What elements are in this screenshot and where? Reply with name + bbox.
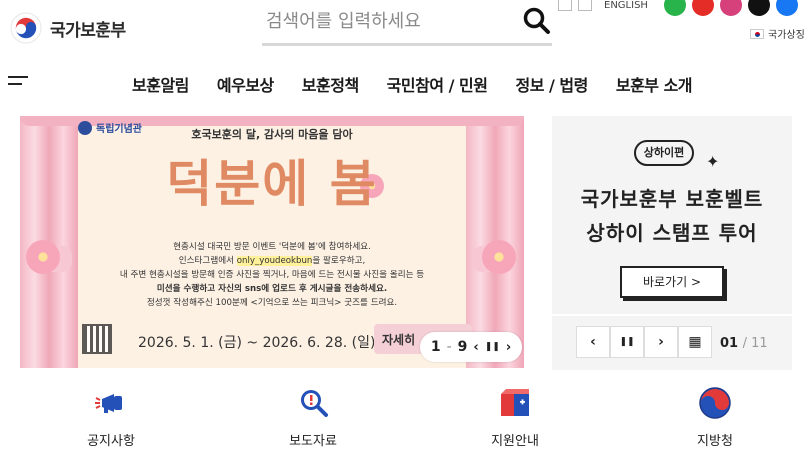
go-button[interactable]: 바로가기 > xyxy=(620,266,724,298)
nav-item-info-law[interactable]: 정보 / 법령 xyxy=(501,70,601,98)
side-title: 국가보훈부 보훈벨트 상하이 스탬프 투어 xyxy=(580,187,764,245)
search-icon[interactable] xyxy=(522,6,552,36)
pause-icon[interactable]: ❚❚ xyxy=(610,326,644,358)
logo-text: 국가보훈부 xyxy=(50,20,126,41)
banner-title: 덕분에 봄 xyxy=(166,154,378,213)
utility-box-icon[interactable] xyxy=(558,0,572,11)
next-icon[interactable]: › xyxy=(506,340,511,355)
magnifier-alert-icon xyxy=(301,390,328,417)
nav-item-about[interactable]: 보훈부 소개 xyxy=(602,70,706,98)
quick-link-label: 지원안내 xyxy=(491,434,539,449)
slide-total: 9 xyxy=(457,339,468,355)
taegeuk-logo-icon xyxy=(10,12,42,44)
facebook-icon[interactable] xyxy=(775,0,798,16)
sparkle-icon: ✦ xyxy=(706,152,720,171)
nav-item-participation[interactable]: 국민참여 / 민원 xyxy=(373,70,502,98)
nav-item-policy[interactable]: 보훈정책 xyxy=(288,70,373,98)
search-input[interactable] xyxy=(262,6,512,36)
quick-link-press[interactable]: 보도자료 xyxy=(258,386,368,449)
gov-symbol-label: 국가상징 xyxy=(768,30,805,41)
side-slide-control: ‹ ❚❚ › ▦ 01 / 11 xyxy=(552,316,792,370)
blog-icon[interactable] xyxy=(663,0,686,16)
korea-flag-icon xyxy=(750,28,764,39)
pause-icon[interactable]: ❚❚ xyxy=(485,342,500,352)
flower-icon xyxy=(26,240,60,274)
menu-toggle-icon[interactable] xyxy=(8,74,30,90)
qr-code xyxy=(82,324,112,354)
next-icon[interactable]: › xyxy=(644,326,678,358)
instagram-icon[interactable] xyxy=(719,0,742,16)
quick-link-regional[interactable]: 지방청 xyxy=(660,386,770,449)
nav-item-notice[interactable]: 보훈알림 xyxy=(118,70,203,98)
x-icon[interactable] xyxy=(747,0,770,16)
side-pager: 01 / 11 xyxy=(720,336,768,351)
flower-icon xyxy=(482,240,516,274)
quick-link-support[interactable]: 지원안내 xyxy=(460,386,570,449)
main-nav: 보훈알림 예우보상 보훈정책 국민참여 / 민원 정보 / 법령 보훈부 소개 xyxy=(118,70,706,98)
quick-link-notice[interactable]: 공지사항 xyxy=(56,386,166,449)
utility-bar: ENGLISH xyxy=(558,0,798,16)
megaphone-icon xyxy=(95,394,122,413)
slide-current: 1 xyxy=(430,339,441,355)
main-banner[interactable]: 독립기념관 호국보훈의 달, 감사의 마음을 담아 덕분에 봄 현충시설 대국민… xyxy=(20,116,524,368)
slide-separator: - xyxy=(446,339,452,355)
english-link[interactable]: ENGLISH xyxy=(604,0,648,11)
quick-link-label: 공지사항 xyxy=(87,434,135,449)
banner-slide-control: 1 - 9 ‹ ❚❚ › xyxy=(420,332,522,362)
shanghai-badge: 상하이편 xyxy=(634,140,694,166)
search-bar xyxy=(262,0,552,46)
grid-view-icon[interactable]: ▦ xyxy=(678,326,712,358)
banner-subtitle: 호국보훈의 달, 감사의 마음을 담아 xyxy=(191,128,353,141)
prev-icon[interactable]: ‹ xyxy=(576,326,610,358)
side-banner[interactable]: 상하이편 ✦ 국가보훈부 보훈벨트 상하이 스탬프 투어 바로가기 > xyxy=(552,116,792,314)
nav-item-compensation[interactable]: 예우보상 xyxy=(203,70,288,98)
banner-description: 현충시설 대국민 방문 이벤트 '덕분에 봄'에 참여하세요. 인스타그램에서 … xyxy=(119,242,425,308)
instagram-handle: only_youdeokbun xyxy=(236,256,313,266)
utility-box-icon[interactable] xyxy=(578,0,592,11)
support-box-icon xyxy=(501,389,529,416)
taegeuk-icon xyxy=(699,387,731,419)
site-logo[interactable]: 국가보훈부 xyxy=(10,12,126,44)
quick-link-label: 보도자료 xyxy=(289,434,337,449)
quick-link-label: 지방청 xyxy=(697,434,733,449)
youtube-icon[interactable] xyxy=(691,0,714,16)
gov-symbol-link[interactable]: 국가상징 xyxy=(750,26,805,41)
event-date: 2026. 5. 1. (금) ~ 2026. 6. 28. (일) xyxy=(138,335,376,351)
prev-icon[interactable]: ‹ xyxy=(473,340,478,355)
